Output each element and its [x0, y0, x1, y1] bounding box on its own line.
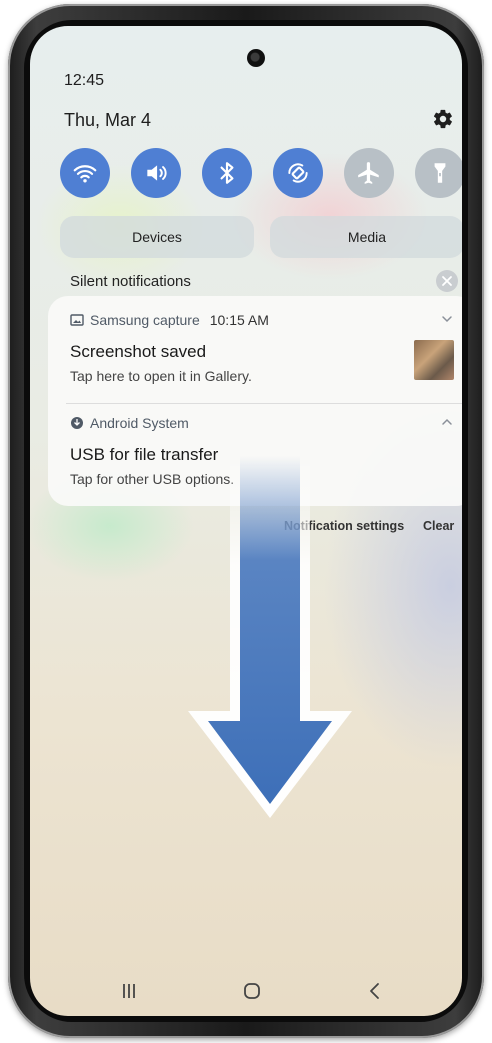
- screenshot-thumbnail: [414, 340, 454, 380]
- notification-app-row: Samsung capture 10:15 AM: [70, 312, 269, 328]
- home-button[interactable]: [237, 976, 267, 1006]
- recents-icon: [123, 984, 135, 998]
- notification-title: Screenshot saved: [70, 342, 207, 361]
- devices-label: Devices: [132, 229, 182, 245]
- back-button[interactable]: [360, 976, 390, 1006]
- swipe-down-arrow-icon: [188, 456, 352, 818]
- android-system-icon: [71, 417, 83, 429]
- dismiss-silent-button[interactable]: [436, 270, 458, 292]
- clear-button[interactable]: Clear: [423, 519, 454, 533]
- recents-button[interactable]: [114, 976, 144, 1006]
- notification-app-name: Android System: [90, 415, 189, 431]
- panel-date: Thu, Mar 4: [64, 110, 152, 130]
- silent-notifications-title: Silent notifications: [70, 273, 191, 290]
- flashlight-toggle[interactable]: [415, 148, 462, 198]
- phone-frame: 12:45 Thu, Mar 4 Devices Media Silent no…: [8, 4, 484, 1038]
- chevron-up-icon[interactable]: [440, 415, 454, 429]
- notification-body: Tap here to open it in Gallery.: [70, 368, 252, 384]
- status-time: 12:45: [64, 72, 105, 89]
- screen: 12:45 Thu, Mar 4 Devices Media Silent no…: [30, 26, 462, 1016]
- airplane-icon: [358, 162, 379, 184]
- wifi-toggle[interactable]: [60, 148, 110, 198]
- close-icon: [442, 276, 452, 286]
- gear-icon[interactable]: [432, 108, 454, 130]
- back-icon: [370, 983, 379, 999]
- notification-time: 10:15 AM: [209, 312, 269, 328]
- wifi-icon: [73, 165, 97, 183]
- bluetooth-icon: [220, 162, 234, 184]
- image-icon: [70, 314, 84, 326]
- devices-button[interactable]: Devices: [60, 216, 254, 258]
- notification-screenshot[interactable]: Samsung capture 10:15 AM Screenshot save…: [48, 296, 462, 403]
- bluetooth-toggle[interactable]: [202, 148, 252, 198]
- quick-settings-row: [60, 148, 462, 200]
- front-camera: [247, 49, 265, 67]
- navigation-bar: [30, 966, 462, 1016]
- auto-rotate-toggle[interactable]: [273, 148, 323, 198]
- notification-app-name: Samsung capture: [90, 312, 200, 328]
- notification-app-row: Android System: [70, 415, 189, 431]
- volume-icon: [147, 165, 167, 181]
- chevron-down-icon[interactable]: [440, 312, 454, 326]
- airplane-toggle[interactable]: [344, 148, 394, 198]
- flashlight-icon: [434, 163, 446, 183]
- media-label: Media: [347, 229, 387, 245]
- auto-rotate-icon: [288, 163, 308, 183]
- media-button[interactable]: Media: [270, 216, 462, 258]
- sound-toggle[interactable]: [131, 148, 181, 198]
- home-icon: [244, 983, 260, 999]
